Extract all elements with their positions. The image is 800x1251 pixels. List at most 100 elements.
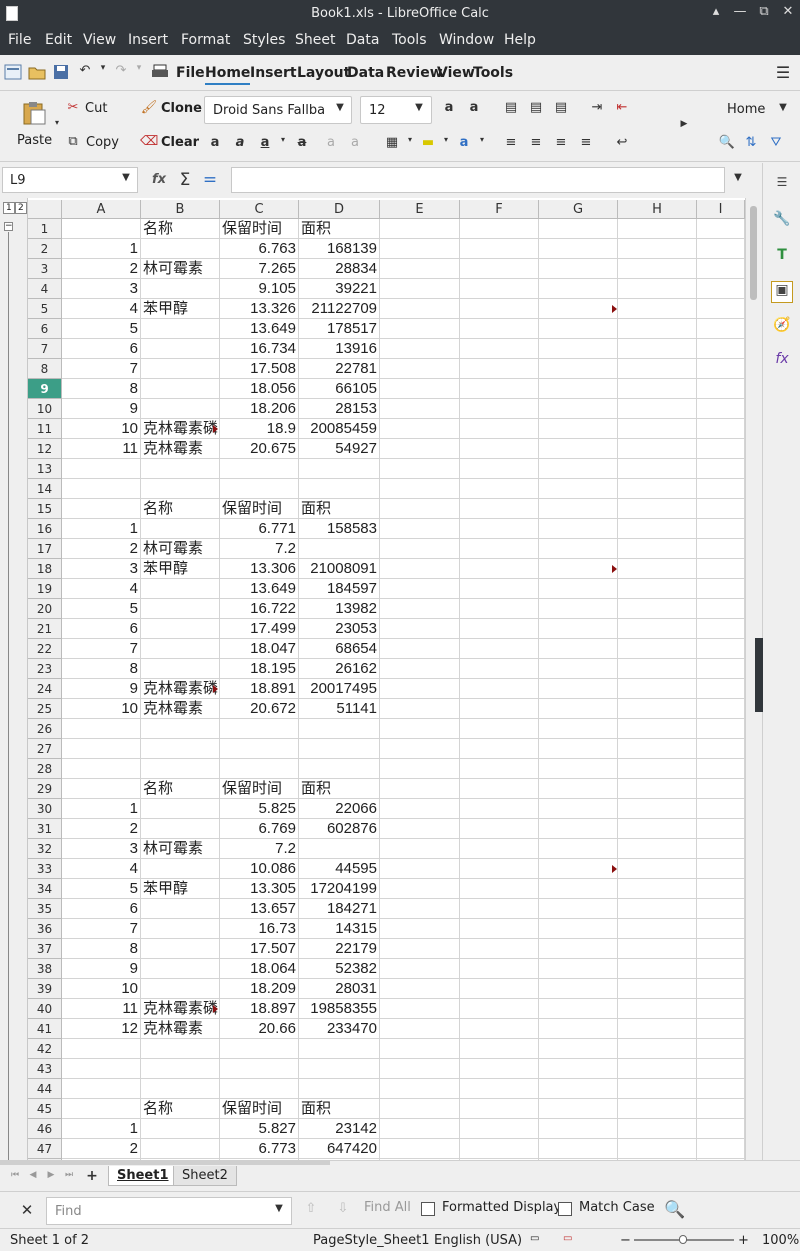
- cell-h5[interactable]: [618, 299, 697, 319]
- cell-g20[interactable]: [539, 599, 618, 619]
- cell-d4[interactable]: 39221: [299, 279, 380, 299]
- cell-c10[interactable]: 18.206: [220, 399, 299, 419]
- cell-b39[interactable]: [141, 979, 220, 999]
- row-header-35[interactable]: 35: [28, 899, 62, 919]
- cell-d38[interactable]: 52382: [299, 959, 380, 979]
- cell-c43[interactable]: [220, 1059, 299, 1079]
- cell-d15[interactable]: 面积: [299, 499, 380, 519]
- row-header-32[interactable]: 32: [28, 839, 62, 859]
- cell-a16[interactable]: 1: [62, 519, 141, 539]
- cell-f39[interactable]: [460, 979, 539, 999]
- cell-b28[interactable]: [141, 759, 220, 779]
- cell-a46[interactable]: 1: [62, 1119, 141, 1139]
- cell-c31[interactable]: 6.769: [220, 819, 299, 839]
- cell-b25[interactable]: 克林霉素: [141, 699, 220, 719]
- cell-c5[interactable]: 13.326: [220, 299, 299, 319]
- cell-i43[interactable]: [697, 1059, 745, 1079]
- tab-review[interactable]: Review: [386, 65, 443, 81]
- cell-a37[interactable]: 8: [62, 939, 141, 959]
- cell-a14[interactable]: [62, 479, 141, 499]
- prev-sheet-icon[interactable]: ◀: [24, 1170, 42, 1186]
- cell-g26[interactable]: [539, 719, 618, 739]
- menu-tools[interactable]: Tools: [392, 32, 427, 48]
- cell-b4[interactable]: [141, 279, 220, 299]
- cell-d31[interactable]: 602876: [299, 819, 380, 839]
- cell-a3[interactable]: 2: [62, 259, 141, 279]
- cell-i25[interactable]: [697, 699, 745, 719]
- cell-h46[interactable]: [618, 1119, 697, 1139]
- row-header-40[interactable]: 40: [28, 999, 62, 1019]
- cell-f2[interactable]: [460, 239, 539, 259]
- cell-b3[interactable]: 林可霉素: [141, 259, 220, 279]
- cell-e32[interactable]: [380, 839, 460, 859]
- cell-b30[interactable]: [141, 799, 220, 819]
- cell-g12[interactable]: [539, 439, 618, 459]
- find-all-button[interactable]: Find All: [364, 1200, 411, 1215]
- cell-d20[interactable]: 13982: [299, 599, 380, 619]
- cell-h2[interactable]: [618, 239, 697, 259]
- cell-f28[interactable]: [460, 759, 539, 779]
- cell-d13[interactable]: [299, 459, 380, 479]
- cell-g36[interactable]: [539, 919, 618, 939]
- row-header-16[interactable]: 16: [28, 519, 62, 539]
- cell-c42[interactable]: [220, 1039, 299, 1059]
- cell-i30[interactable]: [697, 799, 745, 819]
- wrap-text-icon[interactable]: ↩: [613, 135, 631, 151]
- cell-c44[interactable]: [220, 1079, 299, 1099]
- cell-f37[interactable]: [460, 939, 539, 959]
- cell-a24[interactable]: 9: [62, 679, 141, 699]
- cell-d30[interactable]: 22066: [299, 799, 380, 819]
- cell-h27[interactable]: [618, 739, 697, 759]
- cell-g10[interactable]: [539, 399, 618, 419]
- save-icon[interactable]: [51, 63, 71, 81]
- cell-f22[interactable]: [460, 639, 539, 659]
- cell-h20[interactable]: [618, 599, 697, 619]
- row-header-41[interactable]: 41: [28, 1019, 62, 1039]
- sort-icon[interactable]: ⇅: [742, 135, 760, 151]
- cell-b43[interactable]: [141, 1059, 220, 1079]
- cell-e41[interactable]: [380, 1019, 460, 1039]
- column-header-g[interactable]: G: [539, 200, 618, 219]
- find-history-dropdown-icon[interactable]: ▼: [270, 1203, 288, 1219]
- cell-h28[interactable]: [618, 759, 697, 779]
- language[interactable]: English (USA): [434, 1233, 522, 1248]
- cell-g33[interactable]: [539, 859, 618, 879]
- cell-b8[interactable]: [141, 359, 220, 379]
- menu-insert[interactable]: Insert: [128, 32, 168, 48]
- row-header-4[interactable]: 4: [28, 279, 62, 299]
- cell-e1[interactable]: [380, 219, 460, 239]
- tab-file[interactable]: File: [176, 65, 205, 81]
- cell-a39[interactable]: 10: [62, 979, 141, 999]
- cell-a40[interactable]: 11: [62, 999, 141, 1019]
- cell-e23[interactable]: [380, 659, 460, 679]
- expand-formula-icon[interactable]: ▼: [729, 172, 747, 188]
- cell-i22[interactable]: [697, 639, 745, 659]
- outline-level-2[interactable]: 2: [15, 202, 27, 214]
- cell-d9[interactable]: 66105: [299, 379, 380, 399]
- cell-f14[interactable]: [460, 479, 539, 499]
- cell-i41[interactable]: [697, 1019, 745, 1039]
- cell-b29[interactable]: 名称: [141, 779, 220, 799]
- cell-i7[interactable]: [697, 339, 745, 359]
- cell-e27[interactable]: [380, 739, 460, 759]
- cell-e21[interactable]: [380, 619, 460, 639]
- print-icon[interactable]: [150, 63, 170, 81]
- maximize-icon[interactable]: ⧉: [755, 4, 773, 19]
- underline-icon[interactable]: a: [256, 135, 274, 151]
- cell-h18[interactable]: [618, 559, 697, 579]
- cell-c41[interactable]: 20.66: [220, 1019, 299, 1039]
- row-header-19[interactable]: 19: [28, 579, 62, 599]
- cell-f33[interactable]: [460, 859, 539, 879]
- cell-f25[interactable]: [460, 699, 539, 719]
- cell-d5[interactable]: 21122709: [299, 299, 380, 319]
- cell-c40[interactable]: 18.897: [220, 999, 299, 1019]
- cell-c33[interactable]: 10.086: [220, 859, 299, 879]
- row-header-36[interactable]: 36: [28, 919, 62, 939]
- cell-e22[interactable]: [380, 639, 460, 659]
- cell-i40[interactable]: [697, 999, 745, 1019]
- cell-a44[interactable]: [62, 1079, 141, 1099]
- cell-g34[interactable]: [539, 879, 618, 899]
- cell-c11[interactable]: 18.9: [220, 419, 299, 439]
- cell-f12[interactable]: [460, 439, 539, 459]
- cell-h8[interactable]: [618, 359, 697, 379]
